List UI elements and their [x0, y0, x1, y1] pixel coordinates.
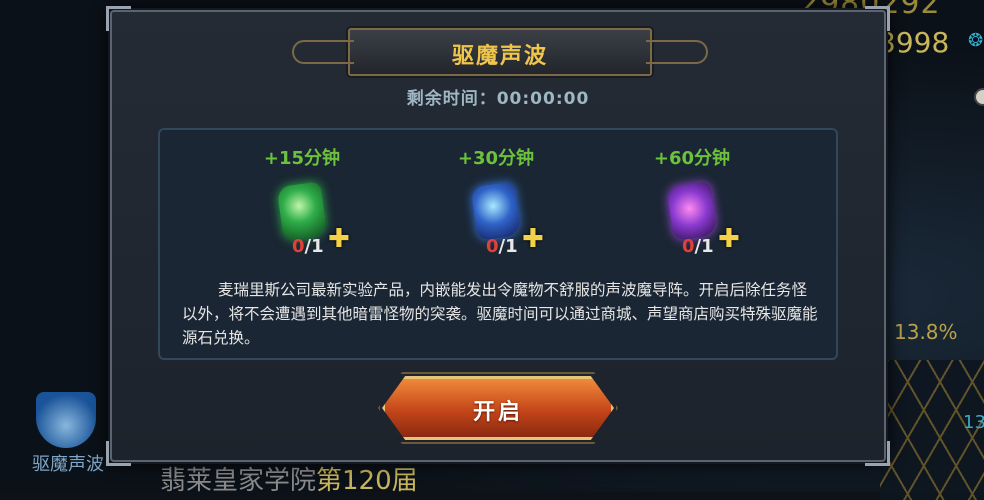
corner-ornament — [106, 6, 131, 31]
banner-wing-left — [292, 40, 354, 64]
bottom-banner: 翡莱皇家学院第120届 — [160, 460, 418, 497]
corner-ornament — [106, 441, 131, 466]
total-count: /1 — [498, 236, 518, 257]
add-icon[interactable]: ✚ — [328, 224, 350, 254]
gem-shape — [470, 181, 522, 241]
water-icon: ❂ — [968, 30, 984, 51]
item-60min[interactable]: +60分钟 0/1 ✚ — [632, 144, 752, 257]
add-icon[interactable]: ✚ — [522, 224, 544, 254]
chalice-icon — [36, 392, 96, 448]
corner-ornament — [865, 6, 890, 31]
gem-shape — [666, 181, 718, 241]
item-duration: +15分钟 — [263, 148, 341, 169]
progress-percent: 13.8% — [894, 320, 958, 344]
add-icon[interactable]: ✚ — [718, 224, 740, 254]
owned-count: 0 — [486, 236, 499, 257]
start-button[interactable]: 开启 — [378, 372, 618, 444]
item-count: 0/1 — [682, 236, 714, 257]
start-button-label: 开启 — [472, 400, 523, 425]
dialog-title: 驱魔声波 — [451, 44, 548, 69]
total-count: /1 — [304, 236, 324, 257]
green-crystal-icon[interactable]: 0/1 ✚ — [274, 180, 350, 257]
gem-shape — [276, 181, 328, 241]
title-banner: 驱魔声波 — [292, 28, 708, 76]
item-15min[interactable]: +15分钟 0/1 ✚ — [242, 144, 362, 257]
purple-crystal-icon[interactable]: 0/1 ✚ — [664, 180, 740, 257]
corner-ornament — [865, 441, 890, 466]
item-count: 0/1 — [486, 236, 518, 257]
banner-wing-right — [646, 40, 708, 64]
item-count: 0/1 — [292, 236, 324, 257]
remaining-time: 剩余时间：00:00:00 — [406, 89, 590, 109]
blue-crystal-icon[interactable]: 0/1 ✚ — [468, 180, 544, 257]
owned-count: 0 — [292, 236, 305, 257]
total-count: /1 — [694, 236, 714, 257]
side-value: 13 — [963, 412, 984, 433]
content-panel: +15分钟 0/1 ✚ +30分钟 0/1 ✚ +60分钟 0/1 ✚ 麦瑞里斯… — [158, 128, 838, 360]
exorcism-wave-shortcut[interactable]: 驱魔声波 — [24, 392, 114, 482]
exorcism-dialog: 驱魔声波 剩余时间：00:00:00 +15分钟 0/1 ✚ +30分钟 0/1… — [106, 6, 890, 466]
item-30min[interactable]: +30分钟 0/1 ✚ — [436, 144, 556, 257]
item-duration: +30分钟 — [457, 148, 535, 169]
shortcut-label: 驱魔声波 — [32, 454, 104, 475]
owned-count: 0 — [682, 236, 695, 257]
description-text: 麦瑞里斯公司最新实验产品，内嵌能发出令魔物不舒服的声波魔导阵。开启后除任务怪以外… — [182, 281, 818, 347]
item-duration: +60分钟 — [653, 148, 731, 169]
